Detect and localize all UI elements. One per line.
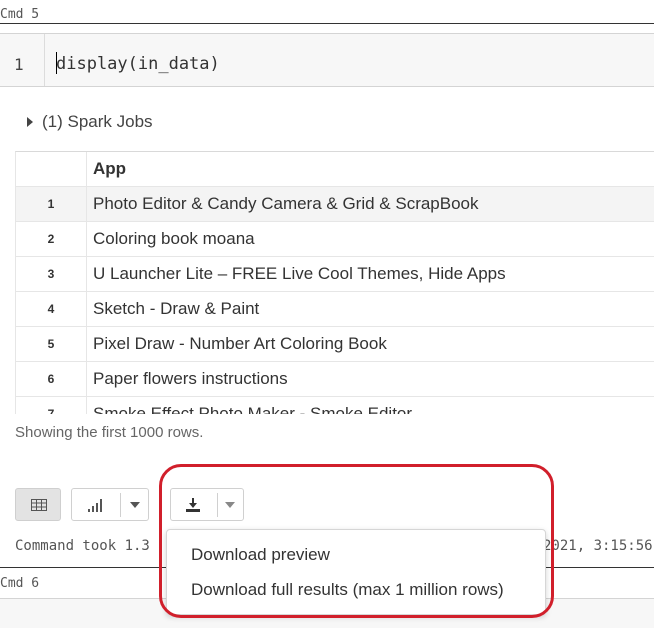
row-index: 7 [16,397,87,415]
results-table[interactable]: App 1 Photo Editor & Candy Camera & Grid… [15,151,654,414]
spark-jobs-label: (1) Spark Jobs [42,112,153,132]
chart-view-button[interactable] [71,488,149,521]
line-number: 1 [14,55,24,74]
cell-app[interactable]: Pixel Draw - Number Art Coloring Book [87,327,654,362]
spark-jobs-toggle[interactable]: (1) Spark Jobs [27,112,153,132]
cmd-label: Cmd 6 [0,576,39,591]
bar-chart-icon [87,498,105,512]
cell-app[interactable]: Sketch - Draw & Paint [87,292,654,327]
showing-rows-note: Showing the first 1000 rows. [15,424,203,441]
table-icon [31,499,47,511]
column-header-app[interactable]: App [87,152,654,187]
cell-divider [0,23,654,24]
row-index: 2 [16,222,87,257]
code-editor[interactable]: 1 display(in_data) [0,33,654,87]
code-line[interactable]: display(in_data) [56,54,220,74]
command-took-text: Command took 1.3 [15,538,150,554]
caret-right-icon [27,117,33,127]
table-row[interactable]: 6 Paper flowers instructions [16,362,654,397]
table-row[interactable]: 4 Sketch - Draw & Paint [16,292,654,327]
highlight-annotation [159,464,554,618]
chevron-down-icon[interactable] [130,502,140,508]
cmd-label: Cmd 5 [0,7,39,22]
table-view-button[interactable] [15,488,61,521]
button-divider [120,493,121,517]
cell-app[interactable]: Coloring book moana [87,222,654,257]
cell-app[interactable]: Smoke Effect Photo Maker - Smoke Editor [87,397,654,415]
table-row[interactable]: 5 Pixel Draw - Number Art Coloring Book [16,327,654,362]
table-row[interactable]: 7 Smoke Effect Photo Maker - Smoke Edito… [16,397,654,415]
table-row[interactable]: 3 U Launcher Lite – FREE Live Cool Theme… [16,257,654,292]
cell-app[interactable]: Photo Editor & Candy Camera & Grid & Scr… [87,187,654,222]
row-index: 4 [16,292,87,327]
table-row[interactable]: 2 Coloring book moana [16,222,654,257]
row-index: 5 [16,327,87,362]
row-index: 6 [16,362,87,397]
cell-app[interactable]: U Launcher Lite – FREE Live Cool Themes,… [87,257,654,292]
cell-app[interactable]: Paper flowers instructions [87,362,654,397]
line-gutter: 1 [0,34,45,86]
table-row[interactable]: 1 Photo Editor & Candy Camera & Grid & S… [16,187,654,222]
command-timestamp: 2021, 3:15:56 [543,538,653,554]
row-index: 1 [16,187,87,222]
row-index: 3 [16,257,87,292]
index-header [16,152,87,187]
